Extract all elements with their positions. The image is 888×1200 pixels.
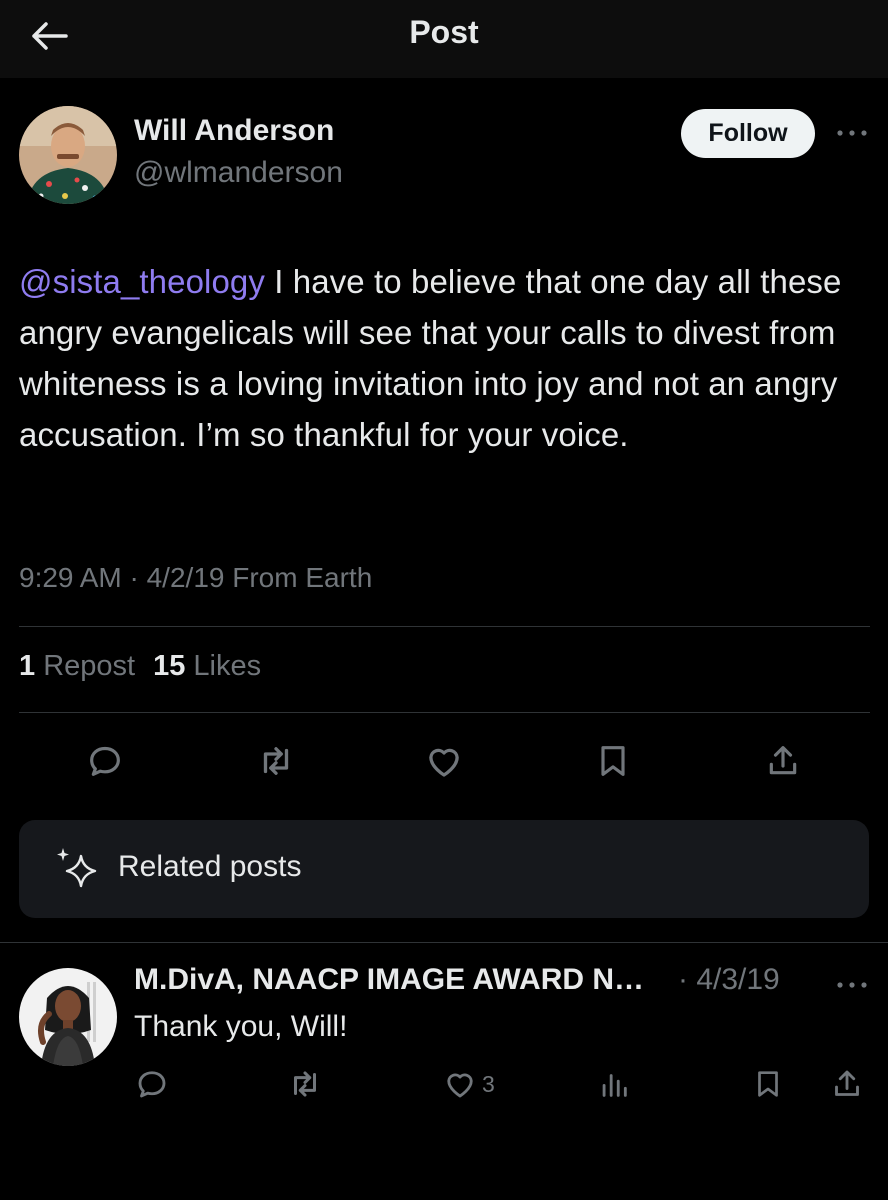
post-more-button[interactable] bbox=[832, 118, 872, 148]
share-icon bbox=[835, 1070, 859, 1096]
author-handle[interactable]: @wlmanderson bbox=[134, 156, 343, 190]
like-icon bbox=[447, 1073, 473, 1098]
related-posts-label: Related posts bbox=[118, 850, 302, 883]
top-bar: Post bbox=[0, 0, 888, 78]
author-avatar[interactable] bbox=[19, 106, 117, 204]
likes-stat[interactable]: 15 Likes bbox=[153, 650, 261, 682]
sparkle-icon bbox=[57, 848, 97, 888]
reply-more-button[interactable] bbox=[832, 970, 872, 1000]
reply-like-count: 3 bbox=[482, 1070, 495, 1097]
mention-link[interactable]: @sista_theology bbox=[19, 263, 265, 300]
like-count: 15 bbox=[153, 650, 186, 682]
reply-icon bbox=[90, 746, 120, 776]
repost-icon bbox=[263, 747, 289, 775]
bookmark-icon bbox=[758, 1071, 778, 1097]
reply-icon bbox=[138, 1071, 166, 1098]
repost-label: Repost bbox=[43, 650, 136, 682]
like-icon bbox=[429, 748, 459, 777]
repost-stat[interactable]: 1 Repost bbox=[19, 650, 135, 682]
views-icon bbox=[602, 1074, 627, 1097]
divider bbox=[0, 942, 888, 943]
more-horizontal-icon bbox=[837, 130, 867, 136]
reply-date: · 4/3/19 bbox=[678, 963, 780, 996]
share-icon bbox=[769, 746, 797, 775]
reply-author-name[interactable]: M.DivA, NAACP IMAGE AWARD N… bbox=[134, 963, 644, 997]
repost-button[interactable] bbox=[248, 733, 304, 789]
related-posts-card[interactable]: Related posts bbox=[19, 820, 869, 918]
reply-share-button[interactable] bbox=[829, 1064, 865, 1104]
reply-like-button[interactable]: 3 bbox=[442, 1064, 495, 1104]
repost-count: 1 bbox=[19, 650, 36, 682]
more-horizontal-icon bbox=[837, 982, 867, 988]
like-button[interactable] bbox=[416, 733, 472, 789]
page-title: Post bbox=[409, 14, 479, 50]
reply-bookmark-button[interactable] bbox=[751, 1064, 785, 1104]
post-timestamp: 9:29 AM · 4/2/19 From Earth bbox=[19, 562, 373, 593]
reply-reply-button[interactable] bbox=[134, 1064, 170, 1104]
repost-icon bbox=[293, 1071, 317, 1097]
bookmark-icon bbox=[601, 746, 625, 776]
reply-views-button[interactable] bbox=[597, 1064, 631, 1104]
reply-text: Thank you, Will! bbox=[134, 1010, 348, 1043]
divider bbox=[19, 626, 870, 627]
bookmark-button[interactable] bbox=[585, 733, 641, 789]
likes-label: Likes bbox=[193, 650, 262, 682]
reply-repost-button[interactable] bbox=[286, 1064, 324, 1104]
engagement-stats: 1 Repost 15 Likes bbox=[19, 650, 261, 683]
reply-button[interactable] bbox=[77, 733, 133, 789]
divider bbox=[19, 712, 870, 713]
follow-button[interactable]: Follow bbox=[681, 109, 815, 158]
share-button[interactable] bbox=[755, 733, 811, 789]
reply-author-avatar[interactable] bbox=[19, 968, 117, 1066]
post-text: @sista_theology I have to believe that o… bbox=[19, 256, 869, 460]
author-name[interactable]: Will Anderson bbox=[134, 114, 334, 148]
